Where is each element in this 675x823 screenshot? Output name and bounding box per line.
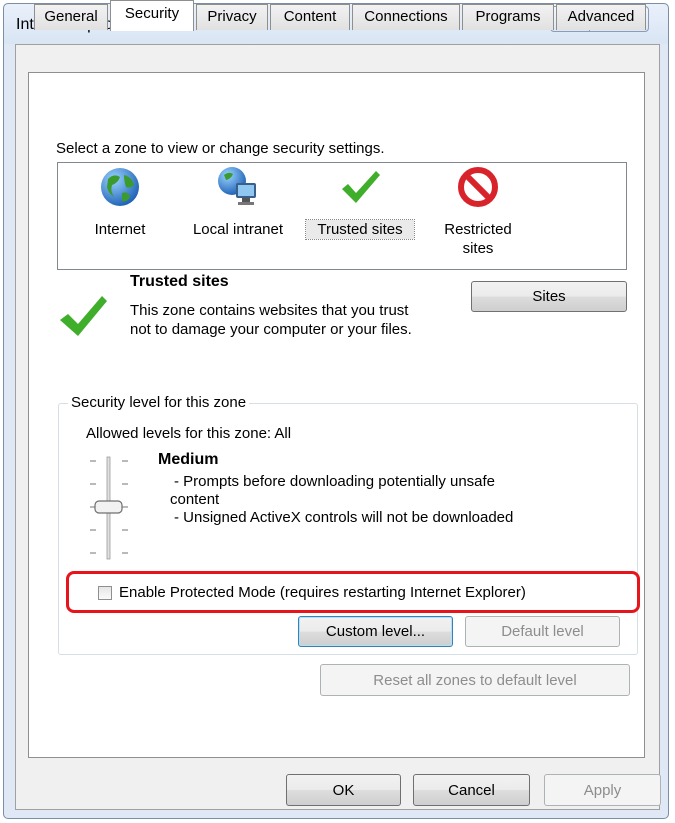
protected-mode-checkbox[interactable]: [98, 585, 112, 600]
zone-label: Internet: [94, 221, 146, 238]
protected-mode-label: Enable Protected Mode (requires restarti…: [119, 584, 526, 601]
security-level-slider[interactable]: [78, 455, 138, 565]
desc-line: - Unsigned ActiveX controls will not be …: [174, 509, 514, 526]
slider-thumb: [94, 500, 123, 514]
security-level-name: Medium: [158, 451, 219, 468]
selected-zone-description: This zone contains websites that you tru…: [130, 302, 412, 338]
zone-label: Local intranet: [192, 221, 284, 238]
globe-icon: [101, 168, 139, 206]
protected-mode-checkbox-row[interactable]: Enable Protected Mode (requires restarti…: [98, 584, 526, 601]
zone-prompt: Select a zone to view or change security…: [56, 140, 385, 157]
apply-button[interactable]: Apply: [544, 774, 661, 806]
button-label: Reset all zones to default level: [373, 671, 577, 689]
tab-connections[interactable]: Connections: [352, 4, 460, 30]
security-level-legend: Security level for this zone: [68, 394, 250, 411]
tab-label: General: [44, 8, 98, 25]
custom-level-button[interactable]: Custom level...: [298, 616, 453, 647]
no-entry-icon: [458, 167, 498, 207]
selected-zone-heading: Trusted sites: [130, 273, 229, 290]
zone-list: Internet Local intranet Trusted sites Re…: [57, 162, 627, 270]
zone-local-intranet[interactable]: Local intranet: [182, 165, 294, 239]
tab-label: Content: [283, 8, 337, 25]
default-level-button[interactable]: Default level: [465, 616, 620, 647]
ok-button[interactable]: OK: [286, 774, 401, 806]
checkmark-icon: [342, 171, 380, 203]
button-label: Cancel: [448, 781, 495, 799]
tab-label: Privacy: [207, 8, 257, 25]
button-label: OK: [332, 781, 355, 799]
tab-label: Programs: [475, 8, 541, 25]
tab-programs[interactable]: Programs: [462, 4, 554, 30]
tab-security[interactable]: Security: [110, 0, 194, 31]
tab-content[interactable]: Content: [270, 4, 350, 30]
tab-label: Connections: [364, 8, 448, 25]
tab-general[interactable]: General: [34, 4, 108, 30]
cancel-button[interactable]: Cancel: [413, 774, 530, 806]
security-level-description: - Prompts before downloading potentially…: [170, 473, 590, 527]
zone-label: Trusted sites: [305, 219, 415, 240]
trusted-sites-checkmark-icon: [60, 296, 107, 336]
zone-internet[interactable]: Internet: [80, 165, 160, 239]
tab-privacy[interactable]: Privacy: [196, 4, 268, 30]
sites-button[interactable]: Sites: [471, 281, 627, 312]
button-label: Sites: [532, 288, 566, 305]
tab-advanced[interactable]: Advanced: [556, 4, 646, 30]
allowed-levels-text: Allowed levels for this zone: All: [86, 425, 292, 442]
button-label: Default level: [501, 623, 584, 640]
button-label: Apply: [583, 781, 622, 799]
desc-line: - Prompts before downloading potentially…: [174, 473, 496, 490]
tab-label: Advanced: [567, 8, 635, 25]
zone-trusted-sites[interactable]: Trusted sites: [305, 165, 415, 240]
desc-line: content: [170, 491, 220, 508]
reset-all-zones-button[interactable]: Reset all zones to default level: [320, 664, 630, 696]
intranet-icon: [218, 167, 256, 205]
zone-label: Restricted sites: [444, 221, 512, 257]
tab-label: Security: [124, 5, 180, 22]
zone-restricted-sites[interactable]: Restricted sites: [430, 165, 526, 258]
button-label: Custom level...: [325, 623, 426, 640]
